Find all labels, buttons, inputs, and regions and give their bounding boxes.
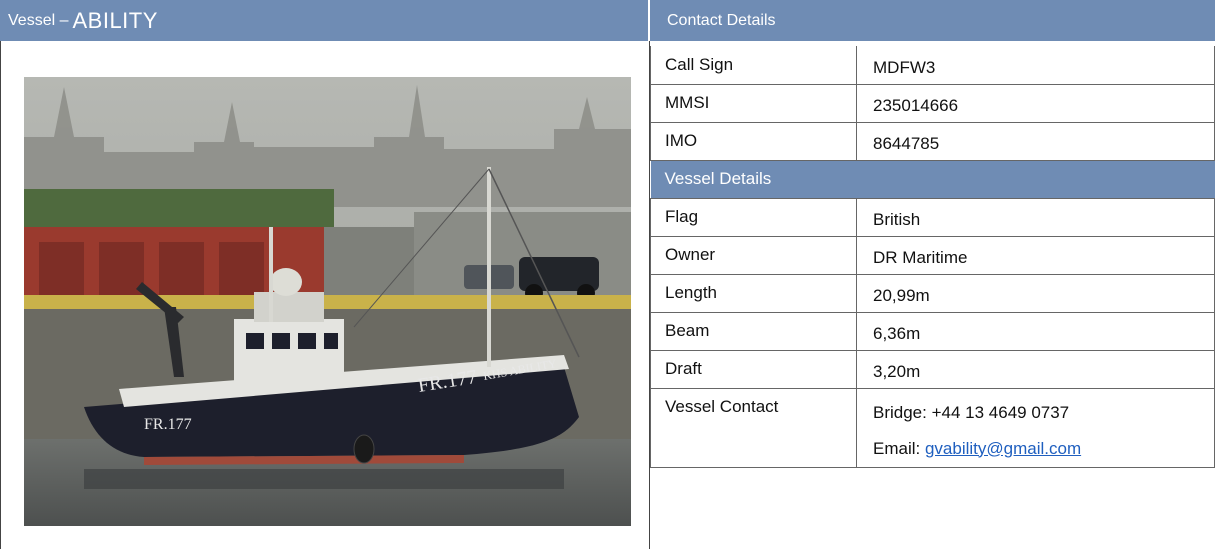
call-sign-label: Call Sign: [650, 46, 857, 85]
table-row: Owner DR Maritime: [650, 236, 1215, 275]
table-row: Draft 3,20m: [650, 350, 1215, 389]
mmsi-label: MMSI: [650, 84, 857, 123]
vessel-contact-value: Bridge: +44 13 4649 0737 Email: gvabilit…: [856, 388, 1215, 468]
flag-label: Flag: [650, 198, 857, 237]
table-row: Length 20,99m: [650, 274, 1215, 313]
table-row: Flag British: [650, 198, 1215, 237]
beam-value: 6,36m: [856, 312, 1215, 351]
vessel-details-section-header: Vessel Details: [650, 160, 1215, 199]
length-label: Length: [650, 274, 857, 313]
email-link[interactable]: gvability@gmail.com: [925, 439, 1081, 458]
mmsi-value: 235014666: [856, 84, 1215, 123]
hull-marking-bow: FR.177: [144, 416, 192, 433]
call-sign-value: MDFW3: [856, 46, 1215, 85]
vessel-name: ABILITY: [72, 7, 158, 33]
length-value: 20,99m: [856, 274, 1215, 313]
draft-value: 3,20m: [856, 350, 1215, 389]
vessel-details-table: Call Sign MDFW3 MMSI 235014666 IMO 86447…: [650, 46, 1215, 468]
owner-label: Owner: [650, 236, 857, 275]
bridge-phone: Bridge: +44 13 4649 0737: [873, 402, 1070, 422]
draft-label: Draft: [650, 350, 857, 389]
email-line: Email: gvability@gmail.com: [873, 431, 1214, 467]
imo-value: 8644785: [856, 122, 1215, 161]
imo-label: IMO: [650, 122, 857, 161]
vessel-details-title: Vessel Details: [650, 160, 1215, 199]
contact-details-header: Contact Details: [650, 0, 1215, 41]
vessel-contact-label: Vessel Contact: [650, 388, 857, 468]
table-row: Vessel Contact Bridge: +44 13 4649 0737 …: [650, 388, 1215, 468]
beam-label: Beam: [650, 312, 857, 351]
table-row: MMSI 235014666: [650, 84, 1215, 123]
table-row: Call Sign MDFW3: [650, 46, 1215, 85]
flag-value: British: [856, 198, 1215, 237]
table-row: Beam 6,36m: [650, 312, 1215, 351]
email-prefix: Email:: [873, 438, 921, 458]
vessel-header-prefix: Vessel –: [8, 11, 69, 29]
owner-value: DR Maritime: [856, 236, 1215, 275]
vessel-photo: FR.177 KHS ABILITY FR.177: [24, 77, 631, 526]
vessel-header: Vessel – ABILITY: [0, 0, 650, 41]
table-row: IMO 8644785: [650, 122, 1215, 161]
vessel-photo-panel: FR.177 KHS ABILITY FR.177: [0, 41, 650, 549]
contact-details-title: Contact Details: [667, 11, 776, 29]
